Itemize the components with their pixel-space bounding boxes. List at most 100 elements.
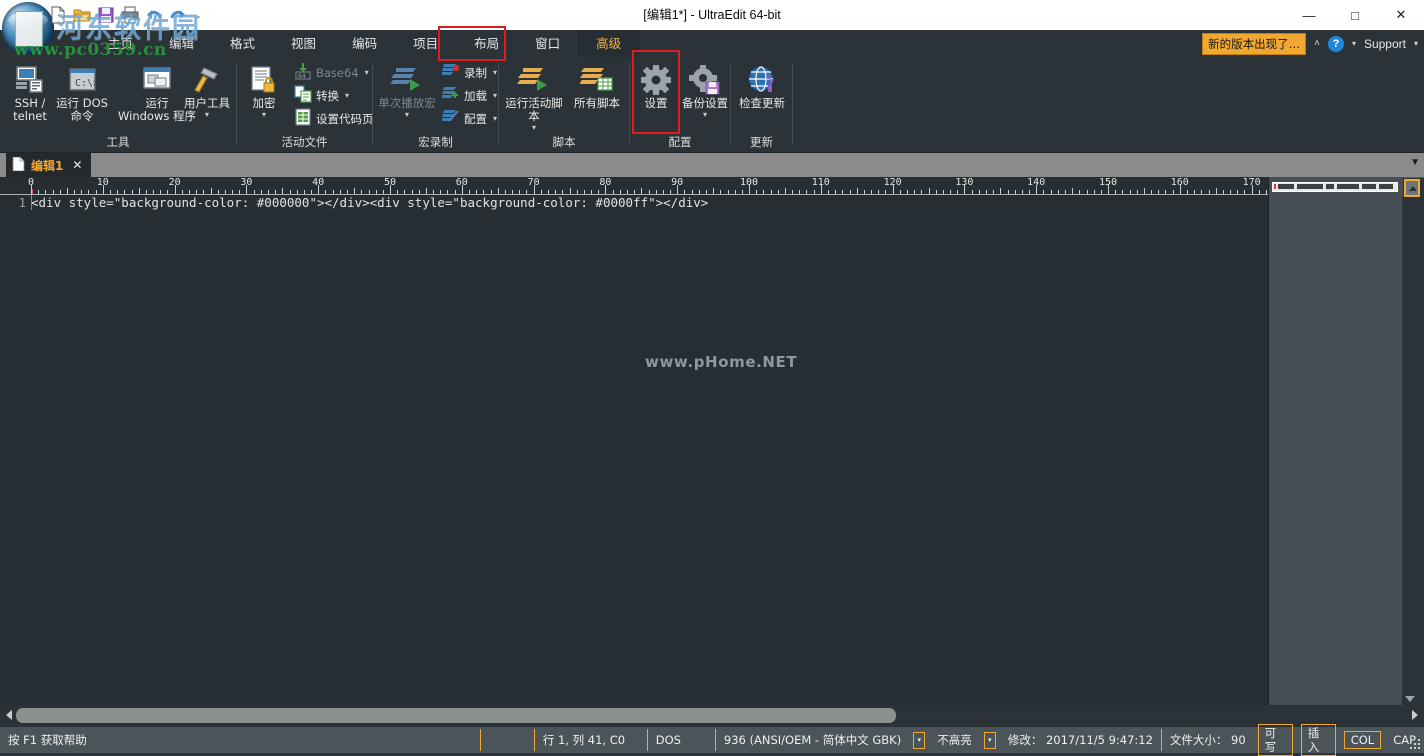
ruler-number: 100 [739,177,759,188]
ruler-tick [698,190,700,194]
record-macro-dropdown-icon[interactable]: ▾ [493,68,497,77]
ribbon-tab-advanced[interactable]: 高级 [578,30,640,57]
ribbon-tab-view[interactable]: 视图 [273,30,334,57]
ribbon-button-settings[interactable]: 设置 [632,63,680,110]
customize-quick-access-icon[interactable]: ⌄ [192,5,204,25]
document-tab-overflow-icon[interactable]: ▼ [1410,157,1420,168]
ribbon-button-check-update[interactable]: 检查更新 [733,63,791,110]
print-icon[interactable] [120,5,140,25]
collapse-ribbon-icon[interactable]: ˄ [1314,38,1320,49]
ribbon-button-label: 检查更新 [739,96,785,110]
help-icon[interactable]: ? [1327,35,1344,52]
new-version-badge[interactable]: 新的版本出现了… [1202,32,1307,55]
ribbon-button-set-code-page[interactable]: 设置代码页 [291,107,377,130]
status-highlight-dropdown-icon[interactable]: ▾ [983,731,996,749]
ruler-tick [576,190,578,194]
ruler-tick [878,190,880,194]
support-dropdown-icon[interactable]: ▾ [1414,39,1418,48]
ribbon-group-caption: 宏录制 [418,135,453,149]
ruler-tick [1136,190,1138,194]
ribbon: SSH / telnet ▾ C:\> 运行 DOS 命令 运行 Wi [0,57,1424,174]
ruler-tick [339,190,341,194]
status-line-ending[interactable]: DOS [648,727,715,753]
ribbon-button-encrypt[interactable]: 加密 ▾ [239,63,289,119]
ribbon-button-all-scripts[interactable]: 所有脚本 [567,63,627,110]
redo-icon[interactable] [168,5,188,25]
status-encoding-dropdown-icon[interactable]: ▾ [913,731,926,749]
ribbon-button-base64[interactable]: 64 Base64 ▾ [291,61,372,84]
ribbon-tab-layout[interactable]: 布局 [456,30,517,57]
ribbon-button-convert[interactable]: 转换 ▾ [291,84,352,107]
ruler-number: 140 [1027,177,1046,188]
ribbon-button-user-tools[interactable]: 用户工具 ▾ [178,63,236,119]
ribbon-button-record-macro[interactable]: 录制 ▾ [439,61,500,84]
status-writable-toggle[interactable]: 可写 [1257,724,1293,756]
scroll-left-icon[interactable] [6,710,12,720]
ruler-tick [454,190,456,194]
ruler-tick [1000,188,1002,194]
ribbon-button-configure-macro[interactable]: 配置 ▾ [439,107,500,130]
undo-icon[interactable] [144,5,164,25]
line-number: 1 [18,196,26,210]
code-line[interactable]: <div style="background-color: #000000"><… [31,195,1268,211]
ruler-tick [1029,190,1030,194]
open-file-icon[interactable] [72,5,92,25]
document-tab-编辑1[interactable]: 编辑1 ✕ [6,153,92,177]
ribbon-button-load-macro[interactable]: 加载 ▾ [439,84,500,107]
convert-dropdown-icon[interactable]: ▾ [345,91,349,100]
resize-grip[interactable] [1408,737,1422,751]
ribbon-tab-edit[interactable]: 编辑 [151,30,212,57]
document-map-strip[interactable] [1272,182,1398,192]
ribbon-tab-project[interactable]: 项目 [395,30,456,57]
site-logo [2,2,54,54]
scroll-up-button[interactable] [1404,179,1420,197]
horizontal-scroll-thumb[interactable] [16,708,896,723]
scroll-right-icon[interactable] [1412,710,1418,720]
ribbon-button-play-macro-once[interactable]: 单次播放宏 ▾ [373,63,441,119]
ribbon-button-backup-settings[interactable]: 备份设置 ▾ [680,63,730,119]
ruler-number: 160 [1170,177,1189,188]
ruler-tick [914,190,916,194]
ruler-tick [519,190,521,194]
play-macro-dropdown-icon[interactable]: ▾ [373,110,441,119]
new-file-icon[interactable] [48,5,68,25]
ruler-tick [224,190,226,194]
run-active-script-dropdown-icon[interactable]: ▾ [501,123,567,132]
status-highlight-mode[interactable]: 不高亮 [929,727,980,753]
configure-macro-dropdown-icon[interactable]: ▾ [493,114,497,123]
ribbon-group-caption: 活动文件 [281,135,328,149]
ribbon-tab-format[interactable]: 格式 [212,30,273,57]
user-tools-dropdown-icon[interactable]: ▾ [178,110,236,119]
document-map-panel[interactable] [1268,177,1403,705]
horizontal-scrollbar[interactable] [0,705,1424,727]
ribbon-tab-home[interactable]: 主页 [90,30,151,57]
scroll-down-icon[interactable] [1405,696,1415,702]
load-macro-dropdown-icon[interactable]: ▾ [493,91,497,100]
minimize-button[interactable]: — [1286,0,1332,30]
vertical-scrollbar[interactable] [1402,197,1424,705]
code-area[interactable]: <div style="background-color: #000000"><… [31,195,1268,705]
backup-settings-dropdown-icon[interactable]: ▾ [680,110,730,119]
ribbon-button-run-active-script[interactable]: 运行活动脚本 ▾ [501,63,567,132]
support-menu[interactable]: Support [1364,37,1406,51]
svg-text:C:\>: C:\> [75,78,98,89]
ribbon-tab-window[interactable]: 窗口 [517,30,578,57]
ribbon-button-run-dos-command[interactable]: C:\> 运行 DOS 命令 [50,63,114,123]
maximize-button[interactable]: □ [1332,0,1378,30]
save-file-icon[interactable] [96,5,116,25]
editor-pane[interactable]: 1 <div style="background-color: #000000"… [0,195,1268,705]
encrypt-dropdown-icon[interactable]: ▾ [239,110,289,119]
ribbon-tab-encoding[interactable]: 编码 [334,30,395,57]
ruler-tick [210,188,212,194]
help-dropdown-icon[interactable]: ▾ [1352,39,1356,48]
document-tab-close-icon[interactable]: ✕ [69,158,85,172]
base64-dropdown-icon[interactable]: ▾ [365,68,369,77]
ruler-tick [670,190,671,194]
ruler-tick [705,190,707,194]
status-encoding[interactable]: 936 (ANSI/OEM - 简体中文 GBK) [716,727,909,753]
status-cursor-position[interactable]: 行 1, 列 41, C0 [535,727,647,753]
close-button[interactable]: ✕ [1378,0,1424,30]
status-insert-mode-toggle[interactable]: 插入 [1300,724,1336,756]
status-column-mode-toggle[interactable]: COL [1343,731,1382,749]
ruler-tick [354,188,356,194]
